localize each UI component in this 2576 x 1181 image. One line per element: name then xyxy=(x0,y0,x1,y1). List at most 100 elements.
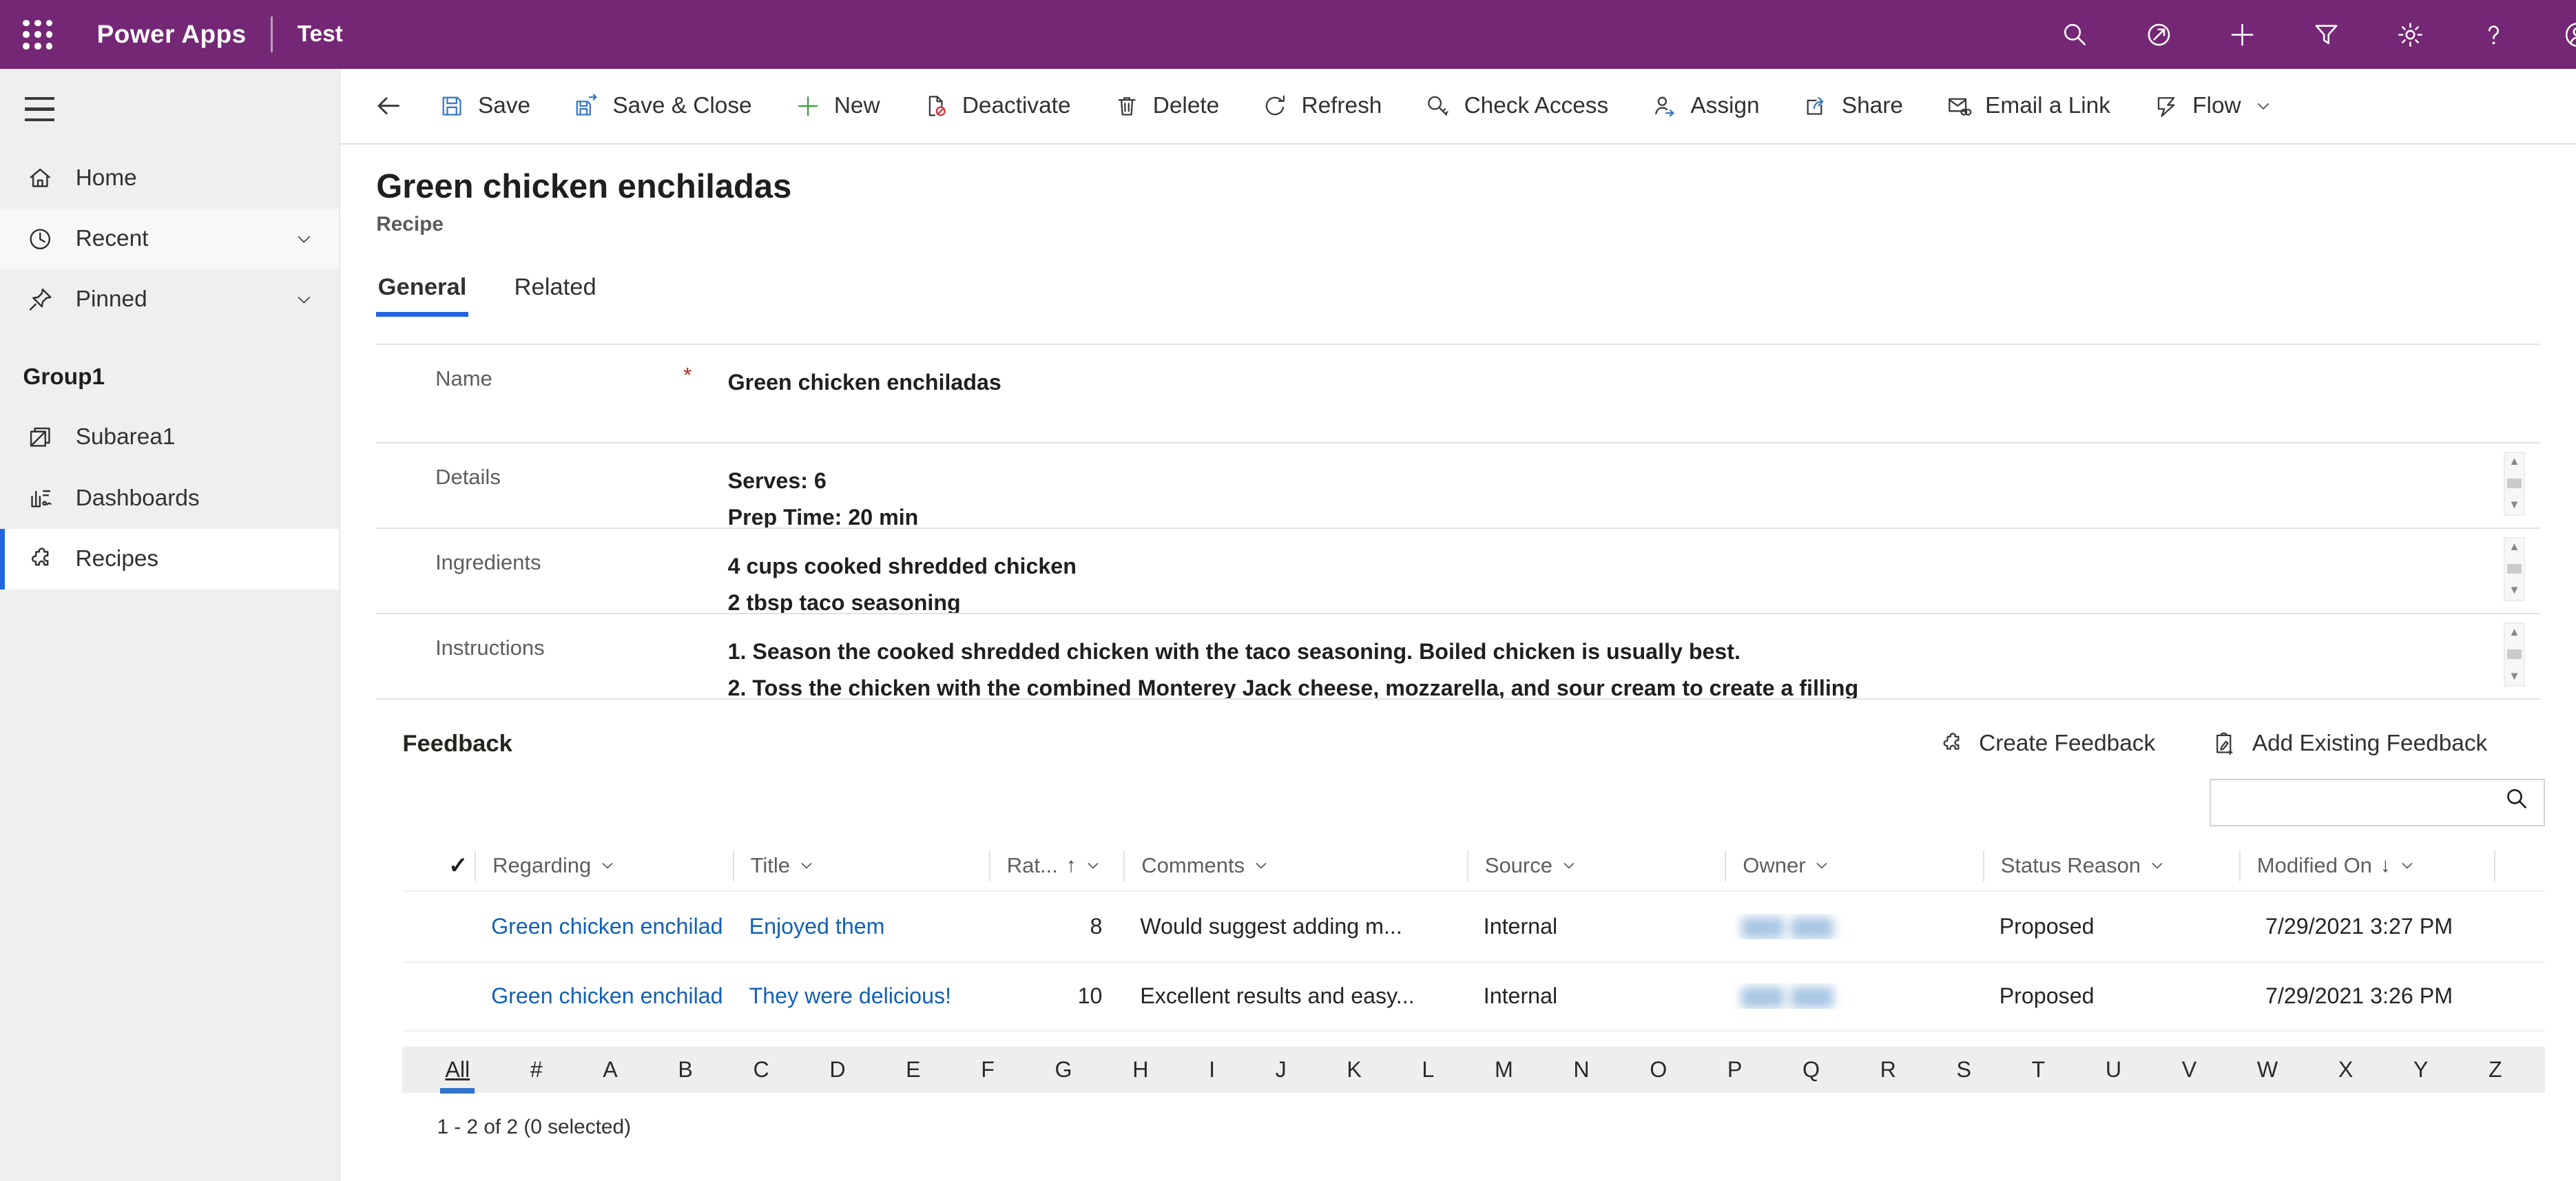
alpha-jump-m[interactable]: M xyxy=(1493,1057,1515,1083)
scrollbar-thumb[interactable] xyxy=(2507,479,2522,488)
alpha-jump-k[interactable]: K xyxy=(1345,1057,1363,1083)
scroll-up-icon[interactable]: ▲ xyxy=(2509,541,2520,553)
title-cell[interactable]: Enjoyed them xyxy=(733,914,989,939)
title-cell[interactable]: They were delicious! xyxy=(733,983,989,1009)
field-scrollbar[interactable]: ▲▼ xyxy=(2504,623,2525,687)
feedback-row[interactable]: Green chicken enchiladEnjoyed them8Would… xyxy=(402,890,2544,961)
field-value[interactable]: Serves: 6Prep Time: 20 min xyxy=(728,443,2540,527)
alpha-jump-d[interactable]: D xyxy=(828,1057,847,1083)
scrollbar-thumb[interactable] xyxy=(2507,649,2522,659)
scrollbar-thumb[interactable] xyxy=(2507,564,2522,574)
app-launcher-icon[interactable] xyxy=(23,20,52,50)
alpha-jump-z[interactable]: Z xyxy=(2487,1057,2504,1083)
command-deactivate[interactable]: Deactivate xyxy=(902,69,1092,143)
tab-related[interactable]: Related xyxy=(512,274,598,317)
alpha-jump-q[interactable]: Q xyxy=(1801,1057,1822,1083)
sidebar-item-home[interactable]: Home xyxy=(0,148,339,209)
command-check-access[interactable]: Check Access xyxy=(1403,69,1630,143)
filter-icon[interactable] xyxy=(2312,20,2341,50)
command-flow[interactable]: Flow xyxy=(2132,69,2294,143)
alpha-jump-i[interactable]: I xyxy=(1207,1057,1217,1083)
grid-search-row xyxy=(376,779,2544,826)
help-icon[interactable] xyxy=(2479,20,2509,50)
app-checker-icon[interactable] xyxy=(2144,20,2174,50)
account-icon[interactable] xyxy=(2563,20,2576,50)
command-share[interactable]: Share xyxy=(1781,69,1924,143)
quick-create-icon[interactable] xyxy=(2227,20,2257,50)
command-overflow-button[interactable] xyxy=(2294,69,2327,143)
field-scrollbar[interactable]: ▲▼ xyxy=(2504,452,2525,516)
alpha-jump-all[interactable]: All xyxy=(444,1057,472,1083)
alpha-jump-u[interactable]: U xyxy=(2104,1057,2123,1083)
topbar-actions xyxy=(2060,20,2576,50)
sidebar-item-recipes[interactable]: Recipes xyxy=(0,529,339,589)
scroll-down-icon[interactable]: ▼ xyxy=(2509,585,2520,596)
alpha-jump-y[interactable]: Y xyxy=(2412,1057,2430,1083)
brand-title[interactable]: Power Apps xyxy=(97,20,247,49)
alpha-jump-o[interactable]: O xyxy=(1648,1057,1669,1083)
scroll-up-icon[interactable]: ▲ xyxy=(2509,456,2520,468)
alpha-jump-x[interactable]: X xyxy=(2336,1057,2354,1083)
scroll-up-icon[interactable]: ▲ xyxy=(2509,627,2520,638)
field-scrollbar[interactable]: ▲▼ xyxy=(2504,537,2525,601)
alpha-jump-b[interactable]: B xyxy=(676,1057,694,1083)
command-new[interactable]: New xyxy=(773,69,902,143)
regarding-cell[interactable]: Green chicken enchilad xyxy=(475,914,732,939)
create-feedback-button[interactable]: Create Feedback xyxy=(1910,731,2183,757)
column-header-rat[interactable]: Rat...↑ xyxy=(989,850,1124,881)
command-save[interactable]: Save xyxy=(417,69,552,143)
field-value[interactable]: 1. Season the cooked shredded chicken wi… xyxy=(728,614,2540,698)
save-close-icon xyxy=(573,93,599,119)
feedback-row[interactable]: Green chicken enchiladThey were deliciou… xyxy=(402,961,2544,1032)
alpha-jump-j[interactable]: J xyxy=(1274,1057,1288,1083)
grid-search-input[interactable] xyxy=(2210,779,2545,826)
sidebar-item-pinned[interactable]: Pinned xyxy=(0,269,339,330)
alpha-jump-h[interactable]: H xyxy=(1131,1057,1150,1083)
alpha-jump-p[interactable]: P xyxy=(1726,1057,1744,1083)
back-button[interactable] xyxy=(360,84,417,128)
column-header-comments[interactable]: Comments xyxy=(1123,850,1467,881)
sidebar-item-recent[interactable]: Recent xyxy=(0,209,339,269)
select-all-checkmark[interactable]: ✓ xyxy=(402,852,475,879)
search-icon[interactable] xyxy=(2060,20,2090,50)
add-existing-feedback-button[interactable]: Add Existing Feedback xyxy=(2183,731,2515,757)
command-label: Save xyxy=(478,93,530,119)
scroll-down-icon[interactable]: ▼ xyxy=(2509,671,2520,682)
menu-toggle-button[interactable] xyxy=(25,97,54,122)
alpha-jump-n[interactable]: N xyxy=(1572,1057,1591,1083)
field-value[interactable]: 4 cups cooked shredded chicken2 tbsp tac… xyxy=(728,529,2540,613)
scroll-down-icon[interactable]: ▼ xyxy=(2509,499,2520,511)
command-delete[interactable]: Delete xyxy=(1092,69,1241,143)
alpha-jump-w[interactable]: W xyxy=(2255,1057,2279,1083)
column-header-source[interactable]: Source xyxy=(1467,850,1725,881)
chevron-down-icon xyxy=(1561,857,1577,874)
alpha-jump-t[interactable]: T xyxy=(2030,1057,2046,1083)
alpha-jump-v[interactable]: V xyxy=(2180,1057,2198,1083)
column-header-status-reason[interactable]: Status Reason xyxy=(1983,850,2239,881)
alpha-jump-g[interactable]: G xyxy=(1053,1057,1074,1083)
sidebar-item-dashboards[interactable]: Dashboards xyxy=(0,468,339,529)
column-header-regarding[interactable]: Regarding xyxy=(475,850,732,881)
command-refresh[interactable]: Refresh xyxy=(1240,69,1403,143)
command-save-close[interactable]: Save & Close xyxy=(552,69,773,143)
assign-icon xyxy=(1651,93,1677,119)
alpha-jump-r[interactable]: R xyxy=(1878,1057,1898,1083)
regarding-cell[interactable]: Green chicken enchilad xyxy=(475,983,732,1009)
alpha-jump-a[interactable]: A xyxy=(601,1057,619,1083)
alpha-jump-c[interactable]: C xyxy=(751,1057,771,1083)
command-assign[interactable]: Assign xyxy=(1630,69,1780,143)
alpha-jump-e[interactable]: E xyxy=(904,1057,922,1083)
column-header-owner[interactable]: Owner xyxy=(1725,850,1982,881)
alpha-jump-s[interactable]: S xyxy=(1955,1057,1973,1083)
sidebar-item-subarea1[interactable]: Subarea1 xyxy=(0,407,339,468)
column-header-title[interactable]: Title xyxy=(733,850,989,881)
alpha-jump-[interactable]: # xyxy=(528,1057,544,1083)
column-header-modified-on[interactable]: Modified On↓ xyxy=(2239,850,2494,881)
field-value[interactable]: Green chicken enchiladas xyxy=(728,345,2540,442)
alpha-jump-l[interactable]: L xyxy=(1420,1057,1436,1083)
settings-icon[interactable] xyxy=(2396,20,2425,50)
tab-general[interactable]: General xyxy=(376,274,468,317)
app-name[interactable]: Test xyxy=(298,21,343,48)
alpha-jump-f[interactable]: F xyxy=(979,1057,996,1083)
command-email-a-link[interactable]: Email a Link xyxy=(1924,69,2132,143)
